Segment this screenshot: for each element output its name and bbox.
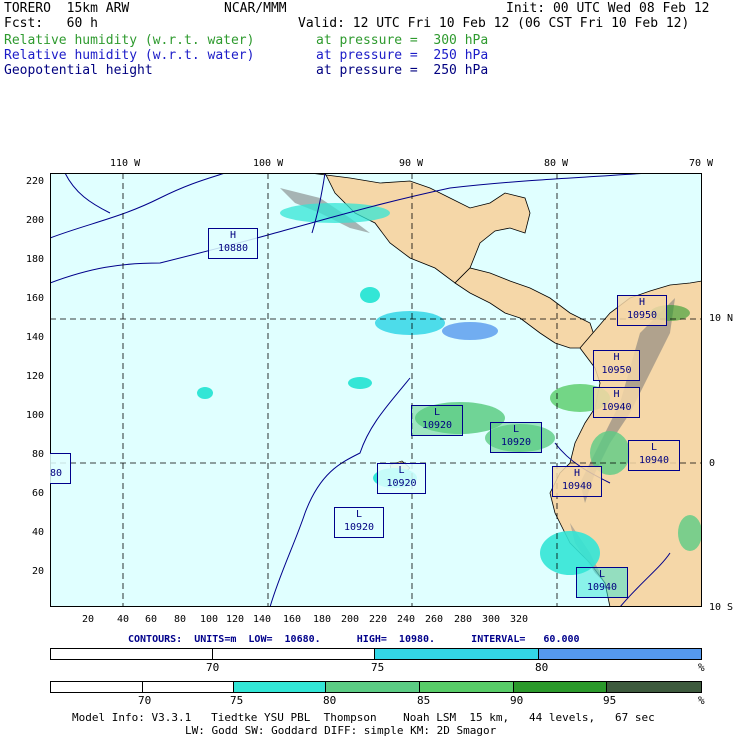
x-tick: 260 — [425, 614, 444, 625]
colorbar-250hpa — [50, 648, 702, 660]
colorbar2-label: 75 — [230, 694, 244, 707]
y-tick: 80 — [32, 449, 45, 460]
lat-label-10s: 10 S — [709, 602, 734, 613]
model-title: TORERO 15km ARW — [4, 1, 130, 16]
colorbar-segment — [375, 649, 539, 659]
colorbar2-unit: % — [698, 694, 705, 707]
x-tick: 60 — [145, 614, 158, 625]
low-center-label: L 10940 — [576, 567, 628, 598]
colorbar-segment — [212, 649, 375, 659]
colorbar2-label: 95 — [603, 694, 617, 707]
colorbar-segment — [234, 682, 327, 692]
lon-label-80w: 80 W — [544, 158, 569, 169]
lon-label-90w: 90 W — [399, 158, 424, 169]
colorbar-segment — [326, 682, 420, 692]
center-name: NCAR/MMM — [224, 1, 287, 16]
y-tick: 160 — [26, 293, 45, 304]
lon-label-100w: 100 W — [253, 158, 284, 169]
x-tick: 220 — [369, 614, 388, 625]
x-tick: 180 — [313, 614, 332, 625]
x-tick: 320 — [510, 614, 529, 625]
high-center-label: H 10940 — [593, 387, 640, 418]
model-info: Model Info: V3.3.1 Tiedtke YSU PBL Thomp… — [72, 711, 655, 724]
colorbar2-label: 85 — [417, 694, 431, 707]
y-tick: 100 — [26, 410, 45, 421]
colorbar-segment — [513, 682, 608, 692]
colorbar-segment — [419, 682, 514, 692]
colorbar2-label: 90 — [510, 694, 524, 707]
model-physics: LW: Godd SW: Goddard DIFF: simple KM: 2D… — [185, 724, 497, 737]
x-tick: 40 — [117, 614, 130, 625]
y-tick: 140 — [26, 332, 45, 343]
contour-info: CONTOURS: UNITS=m LOW= 10680. HIGH= 1098… — [128, 634, 580, 645]
low-center-label: L 10920 — [334, 507, 384, 538]
forecast-hour: Fcst: 60 h — [4, 16, 98, 31]
field-1-name: Relative humidity (w.r.t. water) — [4, 33, 255, 48]
colorbar-segment — [142, 682, 235, 692]
colorbar-300hpa — [50, 681, 702, 693]
low-center-label: L 10920 — [490, 422, 542, 453]
colorbar-segment — [51, 682, 143, 692]
x-tick: 300 — [482, 614, 501, 625]
high-center-label: H 10880 — [208, 228, 258, 259]
x-tick: 200 — [341, 614, 360, 625]
colorbar1-label: 80 — [535, 661, 549, 674]
high-center-label: H 10950 — [593, 350, 640, 381]
field-2-name: Relative humidity (w.r.t. water) — [4, 48, 255, 63]
high-center-label: H 10950 — [617, 295, 667, 326]
init-time: Init: 00 UTC Wed 08 Feb 12 — [506, 1, 710, 16]
low-center-label: L 10920 — [411, 405, 463, 436]
lat-label-0: 0 — [709, 458, 716, 469]
y-tick: 180 — [26, 254, 45, 265]
y-tick: 220 — [26, 176, 45, 187]
colorbar1-unit: % — [698, 661, 705, 674]
lon-label-70w: 70 W — [689, 158, 714, 169]
colorbar-segment — [538, 649, 701, 659]
x-tick: 100 — [200, 614, 219, 625]
x-tick: 160 — [283, 614, 302, 625]
colorbar2-label: 80 — [323, 694, 337, 707]
colorbar1-label: 75 — [371, 661, 385, 674]
colorbar-segment — [607, 682, 702, 692]
x-tick: 20 — [82, 614, 95, 625]
colorbar-segment — [51, 649, 213, 659]
y-tick: 20 — [32, 566, 45, 577]
low-center-label: L 10920 — [377, 463, 426, 494]
field-2-level: at pressure = 250 hPa — [316, 48, 489, 63]
colorbar2-label: 70 — [138, 694, 152, 707]
field-3-level: at pressure = 250 hPa — [316, 63, 489, 78]
lat-label-10n: 10 N — [709, 313, 734, 324]
low-center-label: L 10940 — [628, 440, 680, 471]
y-tick: 120 — [26, 371, 45, 382]
y-tick: 40 — [32, 527, 45, 538]
partial-center-label: 80 — [50, 453, 71, 484]
colorbar1-label: 70 — [206, 661, 220, 674]
valid-time: Valid: 12 UTC Fri 10 Feb 12 (06 CST Fri … — [298, 16, 690, 31]
field-3-name: Geopotential height — [4, 63, 153, 78]
field-1-level: at pressure = 300 hPa — [316, 33, 489, 48]
y-tick: 60 — [32, 488, 45, 499]
x-tick: 280 — [454, 614, 473, 625]
x-tick: 240 — [397, 614, 416, 625]
high-center-label: H 10940 — [552, 466, 602, 497]
x-tick: 80 — [174, 614, 187, 625]
x-tick: 140 — [253, 614, 272, 625]
lon-label-110w: 110 W — [110, 158, 141, 169]
y-tick: 200 — [26, 215, 45, 226]
x-tick: 120 — [226, 614, 245, 625]
